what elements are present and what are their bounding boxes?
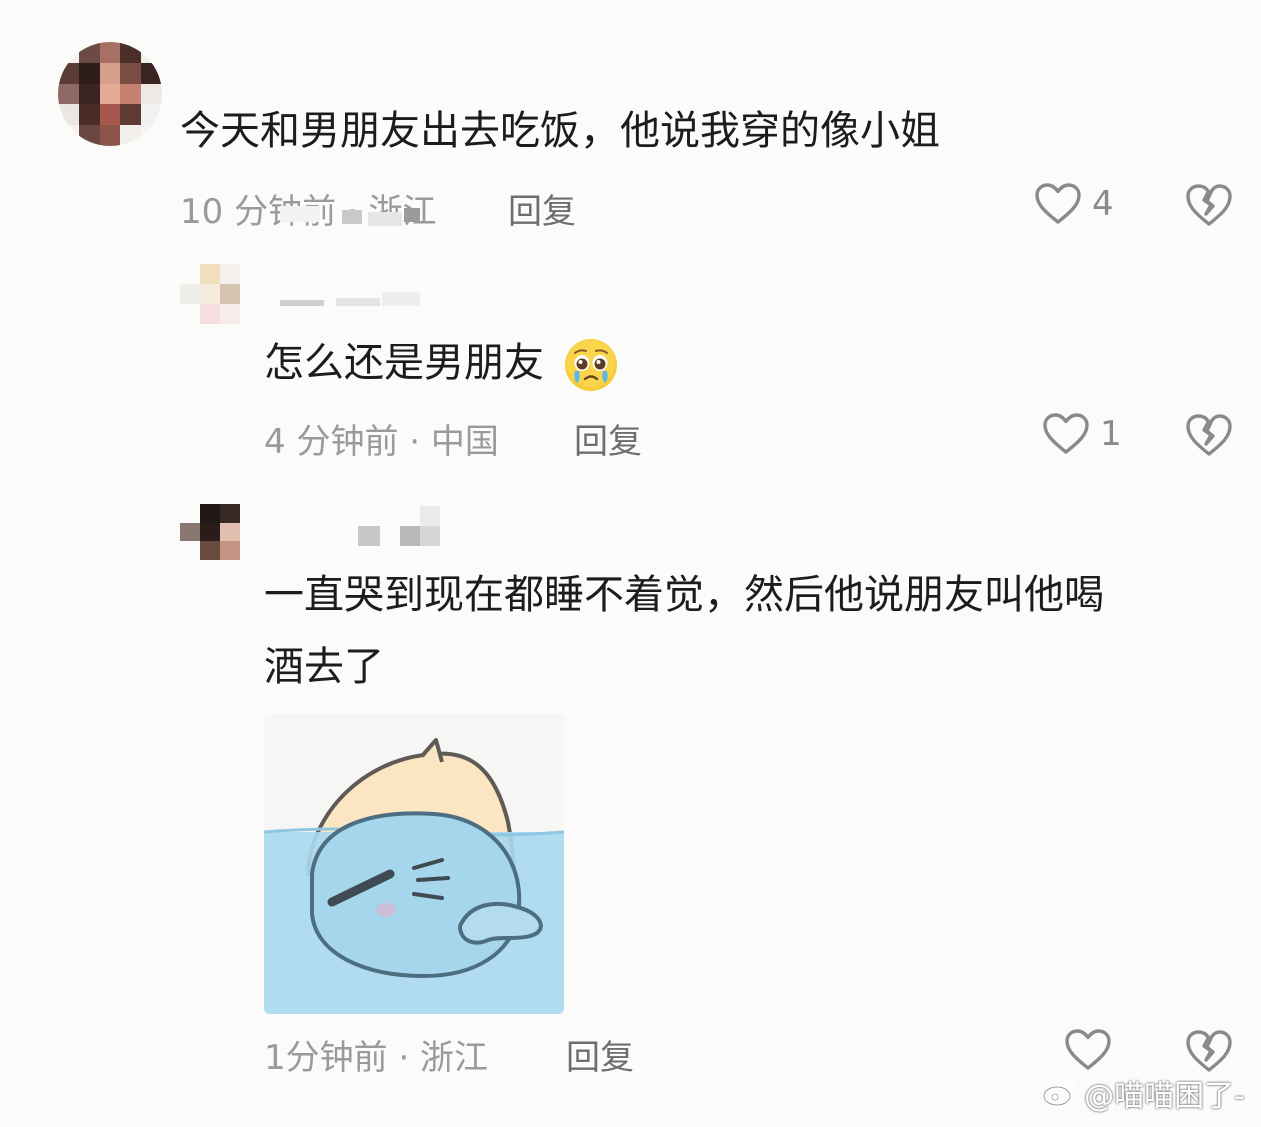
heart-icon [1065, 1029, 1111, 1070]
avatar[interactable] [180, 504, 240, 560]
sticker-image [264, 714, 564, 1014]
like-button[interactable]: 4 [1034, 182, 1114, 226]
like-button[interactable] [1064, 1028, 1122, 1072]
reply-button[interactable]: 回复 [508, 184, 576, 233]
comment-text: 怎么还是男朋友 [264, 328, 619, 398]
reply-button[interactable]: 回复 [566, 1030, 634, 1079]
heart-icon [1035, 183, 1081, 224]
comment-meta: 4 分钟前 · 中国 [264, 422, 499, 462]
watermark: @喵喵困了- [1042, 1071, 1245, 1115]
weibo-icon [1042, 1080, 1077, 1107]
dislike-button[interactable] [1186, 183, 1232, 231]
comment-text: 今天和男朋友出去吃饭，他说我穿的像小姐 [180, 108, 940, 154]
reply-button[interactable]: 回复 [574, 414, 642, 463]
heart-icon [1043, 413, 1089, 454]
dislike-button[interactable] [1186, 413, 1232, 461]
like-button[interactable]: 1 [1042, 412, 1122, 456]
sleeping-bun-sticker[interactable] [264, 714, 564, 1014]
comment-meta: 1分钟前 · 浙江 [264, 1038, 489, 1078]
dislike-button[interactable] [1186, 1029, 1232, 1077]
like-count: 1 [1100, 414, 1122, 454]
comment-text-content: 怎么还是男朋友 [264, 340, 544, 386]
broken-heart-icon [1186, 184, 1232, 226]
broken-heart-icon [1186, 1030, 1232, 1072]
broken-heart-icon [1186, 414, 1232, 456]
pleading-face-emoji [564, 339, 617, 391]
avatar[interactable] [180, 264, 240, 324]
avatar[interactable] [58, 42, 162, 146]
comment-text-line-2: 酒去了 [264, 644, 384, 690]
like-count: 4 [1092, 184, 1114, 224]
comment-text-line-1: 一直哭到现在都睡不着觉，然后他说朋友叫他喝 [264, 572, 1104, 618]
watermark-text: @喵喵困了- [1084, 1079, 1245, 1114]
